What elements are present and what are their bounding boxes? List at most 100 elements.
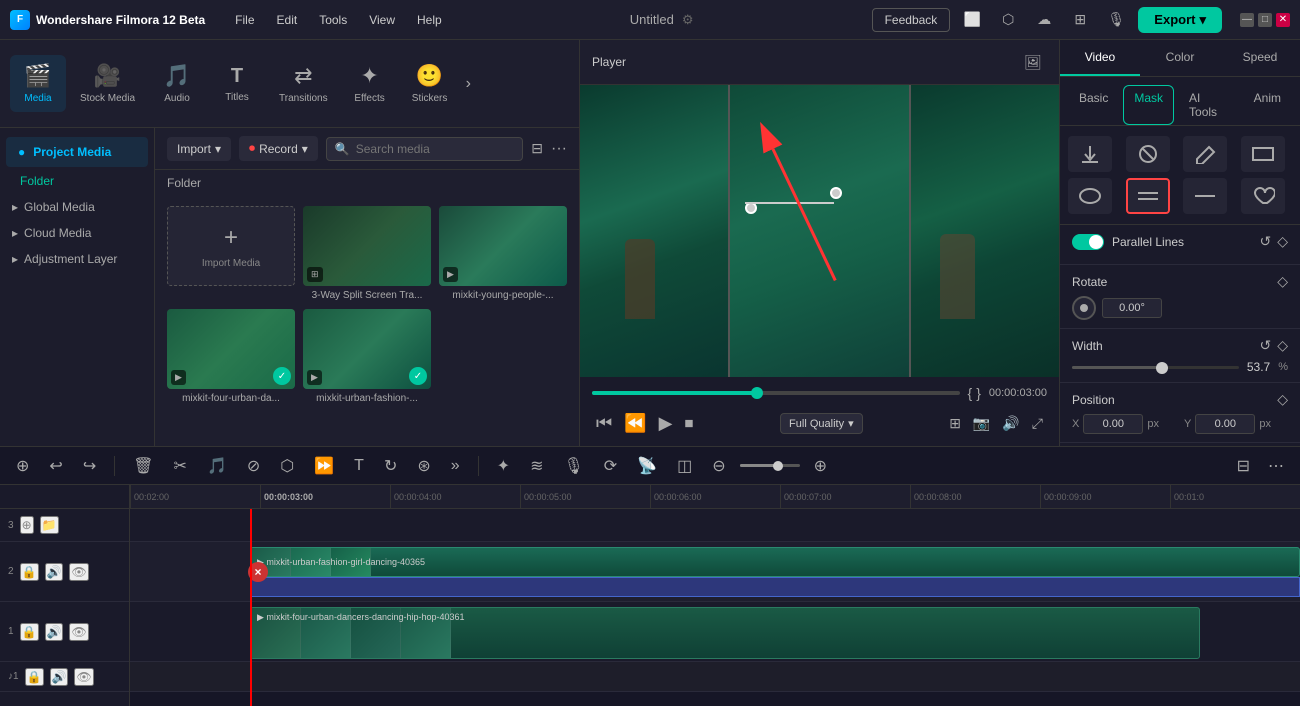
progress-track[interactable] <box>592 391 960 395</box>
tl-mic-icon[interactable]: 🎙 <box>557 454 589 478</box>
tl-add-icon[interactable]: ⊕ <box>808 454 833 478</box>
mask-heart-shape[interactable] <box>1241 178 1285 214</box>
position-y-input[interactable]: 0.00 <box>1195 414 1255 434</box>
subtab-ai-tools[interactable]: AI Tools <box>1178 85 1239 125</box>
sidebar-item-cloud-media[interactable]: ▸ Cloud Media <box>0 220 154 246</box>
position-x-input[interactable]: 0.00 <box>1083 414 1143 434</box>
width-slider-track[interactable] <box>1072 366 1239 369</box>
mask-circle-x-shape[interactable] <box>1126 136 1170 172</box>
tl-v1-lock-icon[interactable]: 🔒 <box>20 623 39 641</box>
menu-edit[interactable]: Edit <box>267 9 308 31</box>
tool-audio[interactable]: 🎵 Audio <box>149 55 205 112</box>
menu-tools[interactable]: Tools <box>309 9 357 31</box>
tl-mask-icon[interactable]: ⊛ <box>411 454 436 478</box>
play-button[interactable]: ▶ <box>655 409 677 438</box>
tl-cut-icon[interactable]: ✂ <box>168 454 193 478</box>
tl-voice-icon[interactable]: 📡 <box>631 454 663 478</box>
tl-settings-icon[interactable]: ⋯ <box>1262 454 1290 478</box>
width-diamond-icon[interactable]: ◇ <box>1277 337 1288 354</box>
tab-video[interactable]: Video <box>1060 40 1140 76</box>
tl-effect-icon[interactable]: ✦ <box>491 454 516 478</box>
tl-ripple-icon[interactable]: ≋ <box>524 454 549 478</box>
subtab-basic[interactable]: Basic <box>1068 85 1119 125</box>
media-item-clip2[interactable]: ▶ mixkit-young-people-... <box>439 206 567 301</box>
tab-color[interactable]: Color <box>1140 40 1220 76</box>
import-media-item[interactable]: + Import Media <box>167 206 295 301</box>
playhead[interactable] <box>250 509 252 706</box>
import-button[interactable]: Import ▾ <box>167 137 231 161</box>
tl-more-icon[interactable]: » <box>445 455 466 477</box>
tl-disable-icon[interactable]: ⊘ <box>241 454 266 478</box>
tl-v3-folder-icon[interactable]: 📁 <box>40 516 59 534</box>
tl-volume-thumb[interactable] <box>773 461 783 471</box>
export-button[interactable]: Export ▾ <box>1138 7 1222 33</box>
step-back-button[interactable]: ⏪ <box>620 409 650 438</box>
reset-parallel-icon[interactable]: ↺ <box>1259 233 1271 250</box>
record-button[interactable]: ⏺ Record ▾ <box>239 136 318 161</box>
screen-fit-icon[interactable]: ⬜ <box>958 6 986 34</box>
cloud-icon[interactable]: ☁ <box>1030 6 1058 34</box>
share-icon[interactable]: ⬡ <box>994 6 1022 34</box>
media-item-clip4[interactable]: ▶ ✓ mixkit-urban-fashion-... <box>303 309 431 404</box>
tl-ai-icon[interactable]: ⟳ <box>598 454 623 478</box>
filter-icon[interactable]: ⊟ <box>531 140 543 157</box>
tl-volume-slider[interactable] <box>740 464 800 467</box>
more-options-icon[interactable]: ··· <box>551 140 567 158</box>
tool-effects[interactable]: ✦ Effects <box>342 55 398 112</box>
menu-help[interactable]: Help <box>407 9 452 31</box>
mask-pen-shape[interactable] <box>1183 136 1227 172</box>
mask-ellipse-shape[interactable] <box>1068 178 1112 214</box>
bracket-right-button[interactable]: } <box>976 385 981 401</box>
maximize-button[interactable]: □ <box>1258 13 1272 27</box>
tl-redo-icon[interactable]: ↪ <box>77 454 102 478</box>
toolbar-chevron-icon[interactable]: › <box>462 71 475 97</box>
media-item-clip3[interactable]: ▶ ✓ mixkit-four-urban-da... <box>167 309 295 404</box>
tl-speed-icon[interactable]: ⏩ <box>308 454 340 478</box>
tl-snap-icon[interactable]: ⊕ <box>10 454 35 478</box>
media-item-clip1[interactable]: ⊞ 3-Way Split Screen Tra... <box>303 206 431 301</box>
menu-file[interactable]: File <box>225 9 264 31</box>
tl-a1-lock-icon[interactable]: 🔒 <box>25 668 44 686</box>
diamond-icon[interactable]: ◇ <box>1277 233 1288 250</box>
minimize-button[interactable]: — <box>1240 13 1254 27</box>
tl-text-icon[interactable]: T <box>348 455 370 477</box>
skip-back-button[interactable]: ⏮ <box>592 409 616 438</box>
mask-download-shape[interactable] <box>1068 136 1112 172</box>
layout-icon[interactable]: ⊞ <box>1066 6 1094 34</box>
tl-clip-icon[interactable]: ◫ <box>671 454 698 478</box>
tl-undo-icon[interactable]: ↩ <box>43 454 68 478</box>
tool-stock-media[interactable]: 🎥 Stock Media <box>70 55 145 112</box>
rotate-value-input[interactable]: 0.00° <box>1102 298 1162 318</box>
stop-button[interactable]: ⏹ <box>680 409 697 438</box>
close-button[interactable]: ✕ <box>1276 13 1290 27</box>
bracket-left-button[interactable]: { <box>968 385 973 401</box>
tl-freeze-icon[interactable]: ⬡ <box>274 454 300 478</box>
sidebar-item-folder[interactable]: Folder <box>0 168 154 194</box>
mic-icon[interactable]: 🎙 <box>1102 6 1130 34</box>
sidebar-item-adjustment-layer[interactable]: ▸ Adjustment Layer <box>0 246 154 272</box>
clip-v1[interactable]: ▶ mixkit-four-urban-dancers-dancing-hip-… <box>250 607 1200 659</box>
rotate-diamond-icon[interactable]: ◇ <box>1277 273 1288 290</box>
tl-rotate-icon[interactable]: ↻ <box>378 454 403 478</box>
screen-size-icon[interactable]: ⊞ <box>945 411 965 436</box>
player-settings-icon[interactable]: 🖼 <box>1019 48 1047 76</box>
progress-thumb[interactable] <box>751 387 763 399</box>
width-slider-thumb[interactable] <box>1156 362 1168 374</box>
subtab-anim[interactable]: Anim <box>1243 85 1292 125</box>
tl-delete-icon[interactable]: 🗑 <box>127 454 159 478</box>
fullscreen-icon[interactable]: ⤢ <box>1028 411 1047 436</box>
tl-a1-vol-icon[interactable]: 🔊 <box>50 668 69 686</box>
tab-speed[interactable]: Speed <box>1220 40 1300 76</box>
menu-view[interactable]: View <box>359 9 405 31</box>
tl-v2-lock-icon[interactable]: 🔒 <box>20 563 39 581</box>
tool-media[interactable]: 🎬 Media <box>10 55 66 112</box>
tl-v2-vol-icon[interactable]: 🔊 <box>45 563 64 581</box>
parallel-lines-toggle[interactable] <box>1072 234 1104 250</box>
mask-rect-shape[interactable] <box>1241 136 1285 172</box>
reset-width-icon[interactable]: ↺ <box>1259 337 1271 354</box>
tl-v1-eye-icon[interactable]: 👁 <box>69 623 88 641</box>
sidebar-item-project-media[interactable]: ● Project Media <box>6 137 148 167</box>
feedback-button[interactable]: Feedback <box>872 8 951 32</box>
tl-v3-add-icon[interactable]: ⊕ <box>20 516 34 534</box>
volume-icon[interactable]: 🔊 <box>998 411 1023 436</box>
